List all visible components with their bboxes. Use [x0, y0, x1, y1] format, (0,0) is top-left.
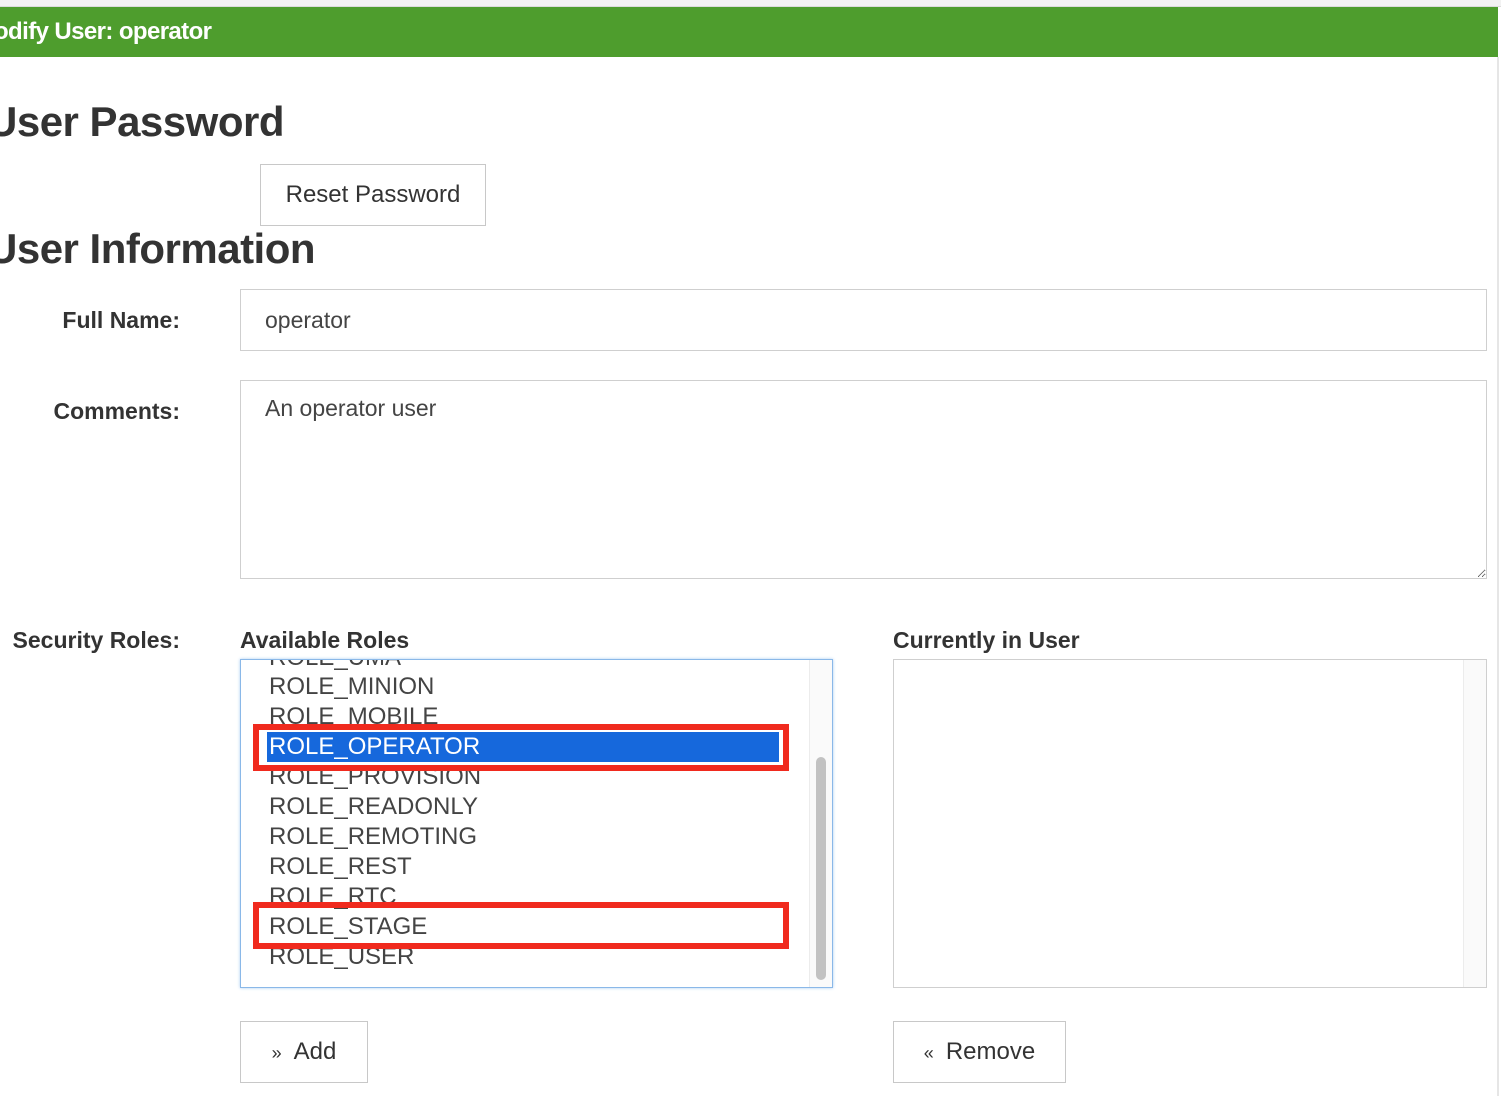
role-option[interactable]: ROLE_REMOTING: [269, 822, 477, 852]
remove-role-button[interactable]: « Remove: [893, 1021, 1066, 1083]
role-option[interactable]: ROLE_UMA: [269, 660, 401, 673]
available-roles-list[interactable]: ROLE_UMA ROLE_MINION ROLE_MOBILE ROLE_OP…: [240, 659, 833, 988]
current-roles-heading: Currently in User: [893, 627, 1080, 653]
reset-password-button[interactable]: Reset Password: [260, 164, 486, 226]
full-name-input[interactable]: [240, 289, 1487, 351]
page-title-bar: odify User: operator: [0, 7, 1498, 57]
double-chevron-right-icon: »: [271, 1042, 282, 1063]
password-section-heading: User Password: [0, 98, 284, 145]
role-option[interactable]: ROLE_REST: [269, 852, 412, 882]
current-roles-list[interactable]: [893, 659, 1487, 988]
role-option[interactable]: ROLE_MINION: [269, 672, 434, 702]
available-roles-heading: Available Roles: [240, 627, 410, 653]
double-chevron-left-icon: «: [923, 1042, 934, 1063]
full-name-label: Full Name:: [62, 307, 180, 333]
role-option[interactable]: ROLE_READONLY: [269, 792, 478, 822]
add-role-button[interactable]: » Add: [240, 1021, 368, 1083]
scrollbar-thumb[interactable]: [816, 757, 826, 980]
current-roles-scrollbar[interactable]: [1463, 660, 1486, 987]
add-role-label: Add: [293, 1038, 337, 1065]
page-title: odify User: operator: [0, 18, 212, 45]
available-roles-scrollbar[interactable]: [809, 660, 832, 987]
role-option[interactable]: ROLE_STAGE: [269, 912, 427, 942]
reset-password-label: Reset Password: [285, 181, 461, 208]
panel-right-border: [1497, 57, 1499, 1096]
comments-label: Comments:: [53, 398, 180, 424]
remove-role-label: Remove: [945, 1038, 1036, 1065]
security-roles-label: Security Roles:: [12, 627, 180, 653]
role-option[interactable]: ROLE_USER: [269, 942, 414, 972]
role-option[interactable]: ROLE_RTC: [269, 882, 397, 912]
info-section-heading: User Information: [0, 225, 316, 272]
top-border: [0, 0, 1501, 7]
role-option-selected[interactable]: ROLE_OPERATOR: [267, 732, 779, 762]
role-option[interactable]: ROLE_MOBILE: [269, 702, 438, 732]
role-option[interactable]: ROLE_PROVISION: [269, 762, 481, 792]
comments-textarea[interactable]: An operator user: [240, 380, 1487, 579]
